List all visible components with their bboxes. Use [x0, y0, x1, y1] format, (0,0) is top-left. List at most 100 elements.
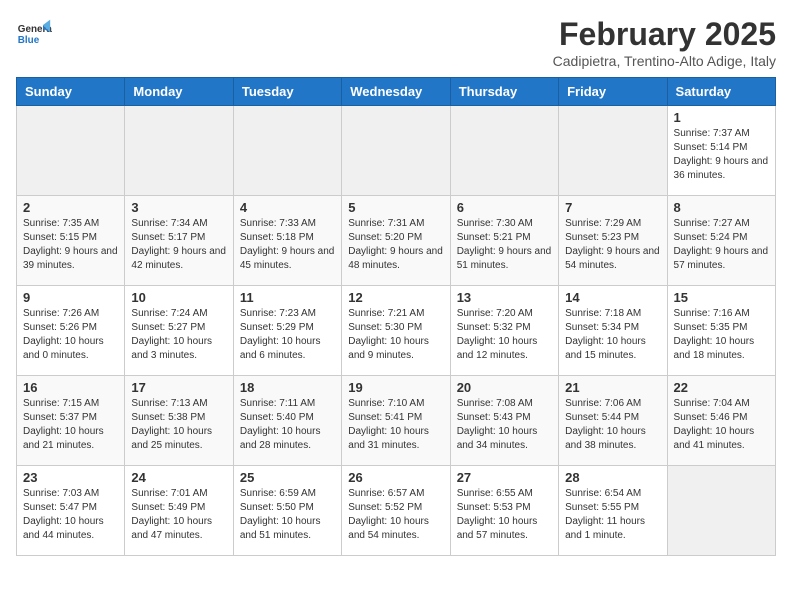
calendar-cell: 18 Sunrise: 7:11 AM Sunset: 5:40 PM Dayli… — [233, 376, 341, 466]
day-info: Sunrise: 7:13 AM Sunset: 5:38 PM Dayligh… — [131, 397, 226, 453]
day-info: Sunrise: 7:16 AM Sunset: 5:35 PM Dayligh… — [674, 307, 769, 363]
weekday-header-tuesday: Tuesday — [233, 78, 341, 106]
weekday-header-wednesday: Wednesday — [342, 78, 450, 106]
svg-text:Blue: Blue — [18, 35, 40, 46]
weekday-header-saturday: Saturday — [667, 78, 775, 106]
calendar-cell — [667, 466, 775, 556]
page-header: General Blue February 2025 Cadipietra, T… — [16, 16, 776, 69]
week-row-4: 16 Sunrise: 7:15 AM Sunset: 5:37 PM Dayli… — [17, 376, 776, 466]
logo: General Blue — [16, 16, 52, 52]
day-number: 15 — [674, 290, 769, 305]
day-info: Sunrise: 7:11 AM Sunset: 5:40 PM Dayligh… — [240, 397, 335, 453]
day-number: 27 — [457, 470, 552, 485]
day-number: 18 — [240, 380, 335, 395]
day-number: 28 — [565, 470, 660, 485]
calendar-cell: 28Sunrise: 6:54 AM Sunset: 5:55 PM Dayli… — [559, 466, 667, 556]
day-number: 21 — [565, 380, 660, 395]
calendar-cell: 9 Sunrise: 7:26 AM Sunset: 5:26 PM Daylig… — [17, 286, 125, 376]
day-info: Sunrise: 7:20 AM Sunset: 5:32 PM Dayligh… — [457, 307, 552, 363]
calendar-cell — [450, 106, 558, 196]
day-info: Sunrise: 7:08 AM Sunset: 5:43 PM Dayligh… — [457, 397, 552, 453]
week-row-1: 1 Sunrise: 7:37 AM Sunset: 5:14 PM Daylig… — [17, 106, 776, 196]
day-number: 26 — [348, 470, 443, 485]
day-info: Sunrise: 7:29 AM Sunset: 5:23 PM Dayligh… — [565, 217, 660, 273]
calendar-cell: 3Sunrise: 7:34 AM Sunset: 5:17 PM Daylig… — [125, 196, 233, 286]
day-number: 9 — [23, 290, 118, 305]
calendar-cell: 22 Sunrise: 7:04 AM Sunset: 5:46 PM Dayli… — [667, 376, 775, 466]
day-info: Sunrise: 7:10 AM Sunset: 5:41 PM Dayligh… — [348, 397, 443, 453]
calendar-cell: 23 Sunrise: 7:03 AM Sunset: 5:47 PM Dayli… — [17, 466, 125, 556]
day-info: Sunrise: 7:21 AM Sunset: 5:30 PM Dayligh… — [348, 307, 443, 363]
calendar-cell: 20 Sunrise: 7:08 AM Sunset: 5:43 PM Dayli… — [450, 376, 558, 466]
calendar-cell: 15 Sunrise: 7:16 AM Sunset: 5:35 PM Dayli… — [667, 286, 775, 376]
day-info: Sunrise: 7:26 AM Sunset: 5:26 PM Dayligh… — [23, 307, 118, 363]
calendar-cell: 26 Sunrise: 6:57 AM Sunset: 5:52 PM Dayli… — [342, 466, 450, 556]
day-info: Sunrise: 7:23 AM Sunset: 5:29 PM Dayligh… — [240, 307, 335, 363]
calendar-cell: 4Sunrise: 7:33 AM Sunset: 5:18 PM Daylig… — [233, 196, 341, 286]
calendar-cell: 17 Sunrise: 7:13 AM Sunset: 5:38 PM Dayli… — [125, 376, 233, 466]
calendar-cell: 12 Sunrise: 7:21 AM Sunset: 5:30 PM Dayli… — [342, 286, 450, 376]
day-number: 11 — [240, 290, 335, 305]
day-number: 14 — [565, 290, 660, 305]
day-info: Sunrise: 6:55 AM Sunset: 5:53 PM Dayligh… — [457, 487, 552, 543]
weekday-header-monday: Monday — [125, 78, 233, 106]
day-number: 17 — [131, 380, 226, 395]
calendar-cell: 10 Sunrise: 7:24 AM Sunset: 5:27 PM Dayli… — [125, 286, 233, 376]
calendar-cell — [559, 106, 667, 196]
calendar-cell: 27 Sunrise: 6:55 AM Sunset: 5:53 PM Dayli… — [450, 466, 558, 556]
weekday-header-row: SundayMondayTuesdayWednesdayThursdayFrid… — [17, 78, 776, 106]
week-row-3: 9 Sunrise: 7:26 AM Sunset: 5:26 PM Daylig… — [17, 286, 776, 376]
day-number: 22 — [674, 380, 769, 395]
day-info: Sunrise: 7:30 AM Sunset: 5:21 PM Dayligh… — [457, 217, 552, 273]
day-number: 1 — [674, 110, 769, 125]
calendar-cell: 21 Sunrise: 7:06 AM Sunset: 5:44 PM Dayli… — [559, 376, 667, 466]
calendar-cell: 8 Sunrise: 7:27 AM Sunset: 5:24 PM Daylig… — [667, 196, 775, 286]
day-number: 23 — [23, 470, 118, 485]
day-info: Sunrise: 7:04 AM Sunset: 5:46 PM Dayligh… — [674, 397, 769, 453]
day-number: 10 — [131, 290, 226, 305]
calendar-cell — [125, 106, 233, 196]
logo-icon: General Blue — [16, 16, 52, 52]
day-info: Sunrise: 7:01 AM Sunset: 5:49 PM Dayligh… — [131, 487, 226, 543]
day-info: Sunrise: 6:57 AM Sunset: 5:52 PM Dayligh… — [348, 487, 443, 543]
weekday-header-sunday: Sunday — [17, 78, 125, 106]
calendar-table: SundayMondayTuesdayWednesdayThursdayFrid… — [16, 77, 776, 556]
calendar-cell: 24 Sunrise: 7:01 AM Sunset: 5:49 PM Dayli… — [125, 466, 233, 556]
day-number: 25 — [240, 470, 335, 485]
calendar-cell: 6 Sunrise: 7:30 AM Sunset: 5:21 PM Daylig… — [450, 196, 558, 286]
calendar-cell: 19 Sunrise: 7:10 AM Sunset: 5:41 PM Dayli… — [342, 376, 450, 466]
day-info: Sunrise: 7:24 AM Sunset: 5:27 PM Dayligh… — [131, 307, 226, 363]
day-number: 7 — [565, 200, 660, 215]
week-row-2: 2 Sunrise: 7:35 AM Sunset: 5:15 PM Daylig… — [17, 196, 776, 286]
day-number: 12 — [348, 290, 443, 305]
day-number: 6 — [457, 200, 552, 215]
day-info: Sunrise: 7:27 AM Sunset: 5:24 PM Dayligh… — [674, 217, 769, 273]
day-number: 2 — [23, 200, 118, 215]
calendar-cell — [233, 106, 341, 196]
day-info: Sunrise: 7:37 AM Sunset: 5:14 PM Dayligh… — [674, 127, 769, 183]
day-number: 19 — [348, 380, 443, 395]
calendar-cell: 14Sunrise: 7:18 AM Sunset: 5:34 PM Dayli… — [559, 286, 667, 376]
day-number: 8 — [674, 200, 769, 215]
day-number: 20 — [457, 380, 552, 395]
calendar-cell — [342, 106, 450, 196]
weekday-header-thursday: Thursday — [450, 78, 558, 106]
day-number: 16 — [23, 380, 118, 395]
day-info: Sunrise: 7:35 AM Sunset: 5:15 PM Dayligh… — [23, 217, 118, 273]
calendar-cell: 16 Sunrise: 7:15 AM Sunset: 5:37 PM Dayli… — [17, 376, 125, 466]
day-info: Sunrise: 7:34 AM Sunset: 5:17 PM Dayligh… — [131, 217, 226, 273]
day-info: Sunrise: 7:33 AM Sunset: 5:18 PM Dayligh… — [240, 217, 335, 273]
week-row-5: 23 Sunrise: 7:03 AM Sunset: 5:47 PM Dayli… — [17, 466, 776, 556]
day-info: Sunrise: 7:06 AM Sunset: 5:44 PM Dayligh… — [565, 397, 660, 453]
calendar-cell: 2 Sunrise: 7:35 AM Sunset: 5:15 PM Daylig… — [17, 196, 125, 286]
day-info: Sunrise: 6:59 AM Sunset: 5:50 PM Dayligh… — [240, 487, 335, 543]
day-info: Sunrise: 7:15 AM Sunset: 5:37 PM Dayligh… — [23, 397, 118, 453]
calendar-cell: 13 Sunrise: 7:20 AM Sunset: 5:32 PM Dayli… — [450, 286, 558, 376]
day-info: Sunrise: 7:03 AM Sunset: 5:47 PM Dayligh… — [23, 487, 118, 543]
calendar-cell: 7 Sunrise: 7:29 AM Sunset: 5:23 PM Daylig… — [559, 196, 667, 286]
day-info: Sunrise: 7:31 AM Sunset: 5:20 PM Dayligh… — [348, 217, 443, 273]
calendar-cell — [17, 106, 125, 196]
day-number: 24 — [131, 470, 226, 485]
month-title: February 2025 — [553, 16, 776, 53]
day-number: 13 — [457, 290, 552, 305]
